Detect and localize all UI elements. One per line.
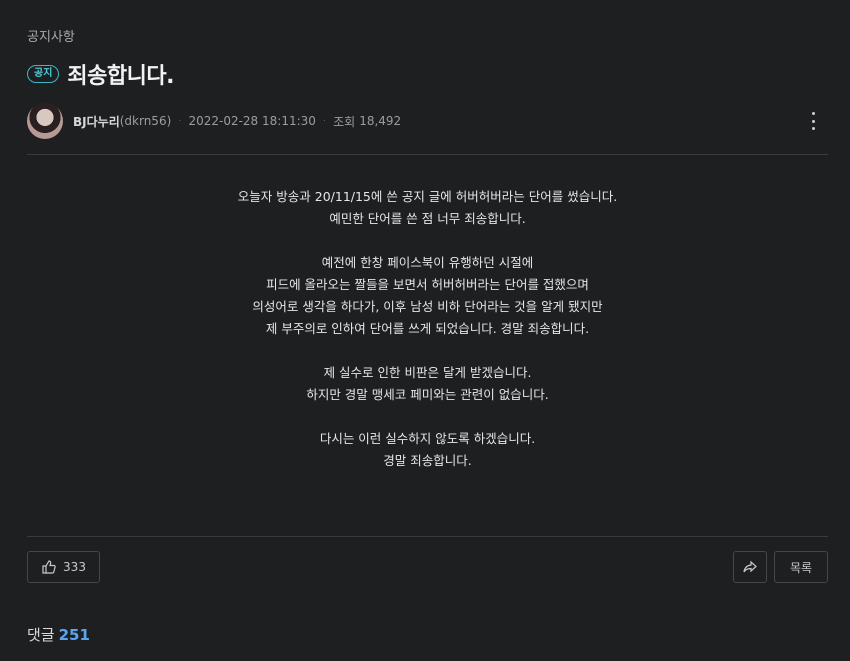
body-line: 의성어로 생각을 하다가, 이후 남성 비하 단어라는 것을 알게 됐지만 xyxy=(252,299,603,314)
meta-separator: · xyxy=(178,115,182,127)
post-title-row: 공지 죄송합니다. xyxy=(27,58,174,90)
post-meta: BJ다누리 (dkrn56) · 2022-02-28 18:11:30 · 조… xyxy=(27,101,828,141)
body-line: 경말 죄송합니다. xyxy=(383,453,472,468)
body-line: 다시는 이런 실수하지 않도록 하겠습니다. xyxy=(319,431,536,446)
body-line: 예전에 한창 페이스북이 유행하던 시절에 xyxy=(321,255,534,270)
body-line: 피드에 올라오는 짤들을 보면서 허버허버라는 단어를 접했으며 xyxy=(266,277,589,292)
header-divider xyxy=(27,154,828,155)
avatar[interactable] xyxy=(27,103,63,139)
like-count: 333 xyxy=(63,560,86,574)
like-button[interactable]: 333 xyxy=(27,551,100,583)
notice-badge: 공지 xyxy=(27,65,60,83)
body-line: 제 실수로 인한 비판은 달게 받겠습니다. xyxy=(323,365,532,380)
meta-separator: · xyxy=(322,115,327,127)
author-name[interactable]: BJ다누리 xyxy=(73,113,120,130)
body-paragraph: 다시는 이런 실수하지 않도록 하겠습니다. 경말 죄송합니다. xyxy=(27,428,828,472)
body-line: 오늘자 방송과 20/11/15에 쓴 공지 글에 허버허버라는 단어를 썼습니… xyxy=(237,189,618,204)
body-paragraph: 예전에 한창 페이스북이 유행하던 시절에 피드에 올라오는 짤들을 보면서 허… xyxy=(27,252,828,340)
more-vertical-icon[interactable] xyxy=(806,109,820,133)
views-count: 18,492 xyxy=(359,114,402,128)
comments-label: 댓글 xyxy=(27,626,55,644)
share-icon xyxy=(743,560,757,573)
board-category-link[interactable]: 공지사항 xyxy=(27,26,75,45)
body-paragraph: 제 실수로 인한 비판은 달게 받겠습니다. 하지만 경말 맹세코 페미와는 관… xyxy=(27,362,828,406)
post-datetime: 2022-02-28 18:11:30 xyxy=(188,114,316,128)
comments-header: 댓글 251 xyxy=(27,624,90,645)
post-title: 죄송합니다. xyxy=(67,64,174,89)
body-line: 하지만 경말 맹세코 페미와는 관련이 없습니다. xyxy=(306,387,549,402)
post-body: 오늘자 방송과 20/11/15에 쓴 공지 글에 허버허버라는 단어를 썼습니… xyxy=(27,186,828,494)
footer-divider xyxy=(27,536,828,537)
thumbs-up-icon xyxy=(42,560,56,574)
author-id[interactable]: (dkrn56) xyxy=(120,114,172,128)
share-button[interactable] xyxy=(733,551,767,583)
views-label: 조회 xyxy=(333,114,356,129)
comments-count: 251 xyxy=(58,626,90,644)
body-paragraph: 오늘자 방송과 20/11/15에 쓴 공지 글에 허버허버라는 단어를 썼습니… xyxy=(27,186,828,230)
body-line: 제 부주의로 인하여 단어를 쓰게 되었습니다. 경말 죄송합니다. xyxy=(265,321,590,336)
body-line: 예민한 단어를 쓴 점 너무 죄송합니다. xyxy=(329,211,526,226)
list-button[interactable]: 목록 xyxy=(774,551,828,583)
